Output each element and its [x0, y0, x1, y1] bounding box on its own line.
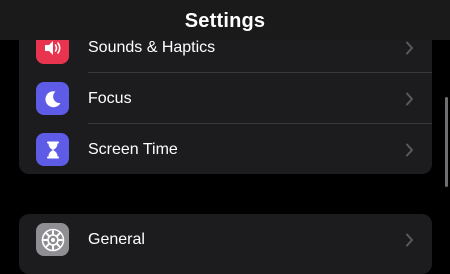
chevron-right-icon — [405, 73, 414, 124]
chevron-right-icon — [405, 214, 414, 265]
navigation-bar: Settings — [0, 0, 450, 40]
settings-row-focus[interactable]: Focus — [19, 73, 432, 124]
chevron-right-icon — [405, 124, 414, 174]
page-title: Settings — [184, 9, 266, 32]
scroll-indicator[interactable] — [445, 97, 448, 187]
settings-row-label: Screen Time — [88, 141, 178, 158]
settings-row-screen-time[interactable]: Screen Time — [19, 124, 432, 174]
gear-icon — [36, 223, 69, 256]
hourglass-icon — [36, 133, 69, 166]
settings-row-general[interactable]: General — [19, 214, 432, 265]
settings-group-general: General — [19, 214, 432, 274]
settings-row-label: General — [88, 231, 145, 248]
moon-icon — [36, 82, 69, 115]
settings-row-label: Focus — [88, 90, 132, 107]
